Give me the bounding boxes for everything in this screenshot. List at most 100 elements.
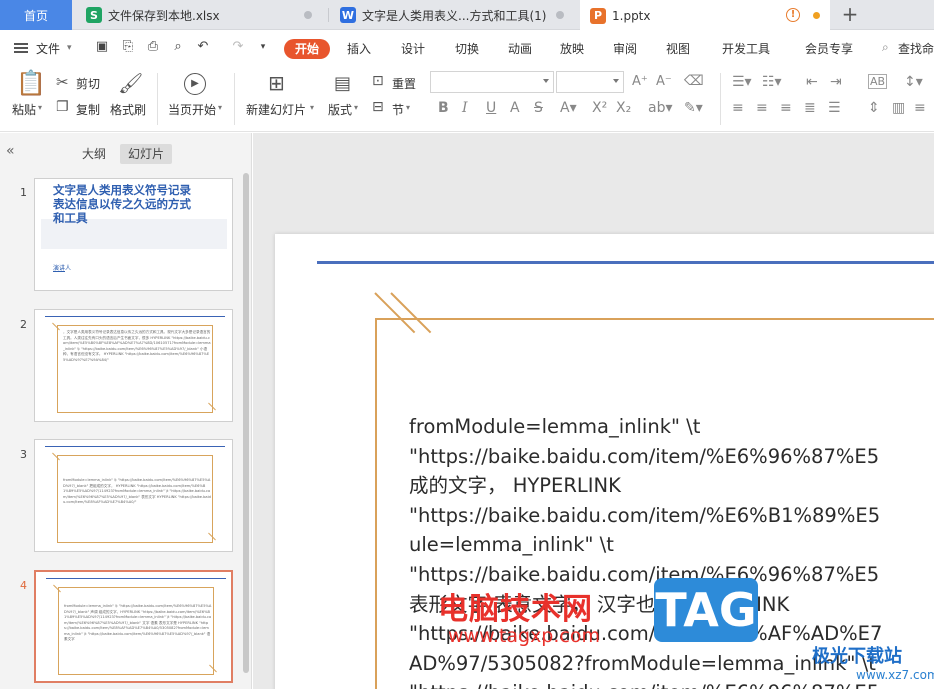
menu-home[interactable]: 开始 [284,39,330,59]
format-painter-button[interactable]: 格式刷 [110,101,146,118]
new-tab-button[interactable]: + [838,2,862,28]
tab-outline[interactable]: 大纲 [74,144,114,164]
menu-view[interactable]: 视图 [666,40,690,57]
print-icon[interactable]: ⎙ [145,39,161,55]
redo-icon[interactable]: ↷ [230,39,246,55]
menu-member[interactable]: 会员专享 [805,40,853,57]
document-icon: W [340,7,356,23]
menu-insert[interactable]: 插入 [347,40,371,57]
numbered-list-icon[interactable]: ☷▾ [762,74,782,90]
increase-indent-icon[interactable]: ⇥ [830,74,842,90]
clear-format-icon[interactable]: ⌫ [684,73,704,89]
chevron-down-icon[interactable]: ▾ [218,103,222,112]
paragraph-spacing-icon[interactable]: ⇕ [868,100,880,116]
customize-chevron-icon[interactable]: ▾ [255,39,271,55]
ribbon-divider [720,73,721,125]
chevron-down-icon[interactable]: ▾ [67,43,72,53]
chevron-down-icon[interactable]: ▾ [38,103,42,112]
save-icon[interactable]: ▣ [94,39,110,55]
cut-button[interactable]: 剪切 [76,75,100,92]
text-line: "https://baike.baidu.com/item/%E6%B1%89%… [409,503,881,527]
tab-pptx-file[interactable]: P 1.pptx ! [580,0,830,31]
tab-xlsx-file[interactable]: S 文件保存到本地.xlsx [76,0,326,30]
tab-home[interactable]: 首页 [0,0,72,30]
menu-slideshow[interactable]: 放映 [560,40,584,57]
chevron-down-icon[interactable]: ▾ [406,103,410,112]
text-direction-icon[interactable]: AB [868,74,888,89]
chevron-down-icon[interactable]: ▾ [310,103,314,112]
strikethrough-icon[interactable]: S [534,100,543,116]
font-color-icon[interactable]: A▾ [560,100,577,116]
decrease-font-icon[interactable]: A⁻ [656,74,672,89]
slide-thumbnail-1[interactable]: 文字是人类用表义符号记录表达信息以传之久远的方式和工具 演讲人 [34,178,233,291]
increase-font-icon[interactable]: A⁺ [632,74,648,89]
search-icon[interactable]: ⌕ [882,40,889,55]
font-family-select[interactable] [430,71,554,93]
slide-editor[interactable]: fromModule=lemma_inlink" \t "https://bai… [275,234,934,689]
slide-body-text: ，文字是人类用表义符号记录表达信息以传之久远的方式和工具。现代文字大多是记录语言… [63,330,211,362]
align-right-icon[interactable]: ≡ [780,100,792,116]
top-rule [45,446,225,447]
tab-doc-label: 文字是人类用表义...方式和工具(1) [362,8,547,23]
subscript-icon[interactable]: X₂ [616,100,631,116]
menu-bar: 文件 ▾ ▣ ⎘ ⎙ ⌕ ↶ ↷ ▾ 开始 插入 设计 切换 动画 放映 审阅 … [0,31,934,65]
menu-design[interactable]: 设计 [401,40,425,57]
collapse-panel-icon[interactable]: « [6,143,15,159]
slide-thumbnail-2[interactable]: ，文字是人类用表义符号记录表达信息以传之久远的方式和工具。现代文字大多是记录语言… [34,309,233,422]
play-from-current-button[interactable]: 当页开始 [168,101,216,118]
character-spacing-icon[interactable]: ab▾ [648,100,673,116]
bold-icon[interactable]: B [438,100,449,116]
new-slide-button[interactable]: 新建幻灯片 [246,101,306,118]
modified-dot-icon [813,12,820,19]
paste-icon[interactable]: 📋 [16,71,46,95]
ribbon-toolbar: 📋 粘贴 ▾ ✂ 剪切 ❐ 复制 🖌 格式刷 ▶ 当页开始 ▾ ⊞ 新建幻灯片 … [0,65,934,132]
layout-icon: ▤ [334,73,352,94]
bullet-list-icon[interactable]: ☰▾ [732,74,752,90]
warning-icon[interactable]: ! [786,8,800,22]
decrease-indent-icon[interactable]: ⇤ [806,74,818,90]
play-icon: ▶ [184,73,206,95]
top-rule [46,578,226,579]
text-shadow-icon[interactable]: A [510,100,520,116]
slide-number: 3 [20,448,27,461]
ribbon-divider [234,73,235,125]
menu-transition[interactable]: 切换 [455,40,479,57]
columns-icon[interactable]: ▥ [892,100,905,116]
line-spacing-icon[interactable]: ↕▾ [904,74,923,90]
menu-developer[interactable]: 开发工具 [722,40,770,57]
top-rule [45,316,225,317]
watermark-site-name: 电脑技术网 [438,592,593,627]
hamburger-menu-icon[interactable] [14,43,28,53]
chevron-down-icon[interactable]: ▾ [354,103,358,112]
menu-file[interactable]: 文件 [36,40,60,57]
print-preview-icon[interactable]: ⌕ [170,39,186,55]
tab-slides[interactable]: 幻灯片 [120,144,173,164]
font-size-select[interactable] [556,71,624,93]
italic-icon[interactable]: I [462,100,468,116]
paste-button[interactable]: 粘贴 [12,101,36,118]
text-align-icon[interactable]: ≡ [914,100,926,116]
text-line: fromModule=lemma_inlink" \t [409,415,701,438]
reset-button[interactable]: 重置 [392,75,416,92]
superscript-icon[interactable]: X² [592,100,607,116]
undo-icon[interactable]: ↶ [195,39,211,55]
justify-icon[interactable]: ≣ [804,100,816,116]
tab-divider [328,8,329,22]
tab-doc-file[interactable]: W 文字是人类用表义...方式和工具(1) [330,0,578,30]
slide-title: 文字是人类用表义符号记录表达信息以传之久远的方式和工具 [53,183,191,225]
distribute-icon[interactable]: ☰ [828,100,841,116]
search-command[interactable]: 查找命 [898,40,934,57]
layout-button[interactable]: 版式 [328,101,352,118]
slide-thumbnail-4[interactable]: fromModule=lemma_inlink" \t "https://bai… [34,570,233,683]
highlight-icon[interactable]: ✎▾ [684,100,703,116]
panel-scrollbar[interactable] [243,173,249,673]
align-center-icon[interactable]: ≡ [756,100,768,116]
menu-review[interactable]: 审阅 [613,40,637,57]
export-icon[interactable]: ⎘ [120,39,136,55]
slide-thumbnail-3[interactable]: fromModule=lemma_inlink" \t "https://bai… [34,439,233,552]
copy-button[interactable]: 复制 [76,101,100,118]
section-button[interactable]: 节 [392,101,404,118]
underline-icon[interactable]: U [486,100,496,116]
menu-animation[interactable]: 动画 [508,40,532,57]
align-left-icon[interactable]: ≡ [732,100,744,116]
